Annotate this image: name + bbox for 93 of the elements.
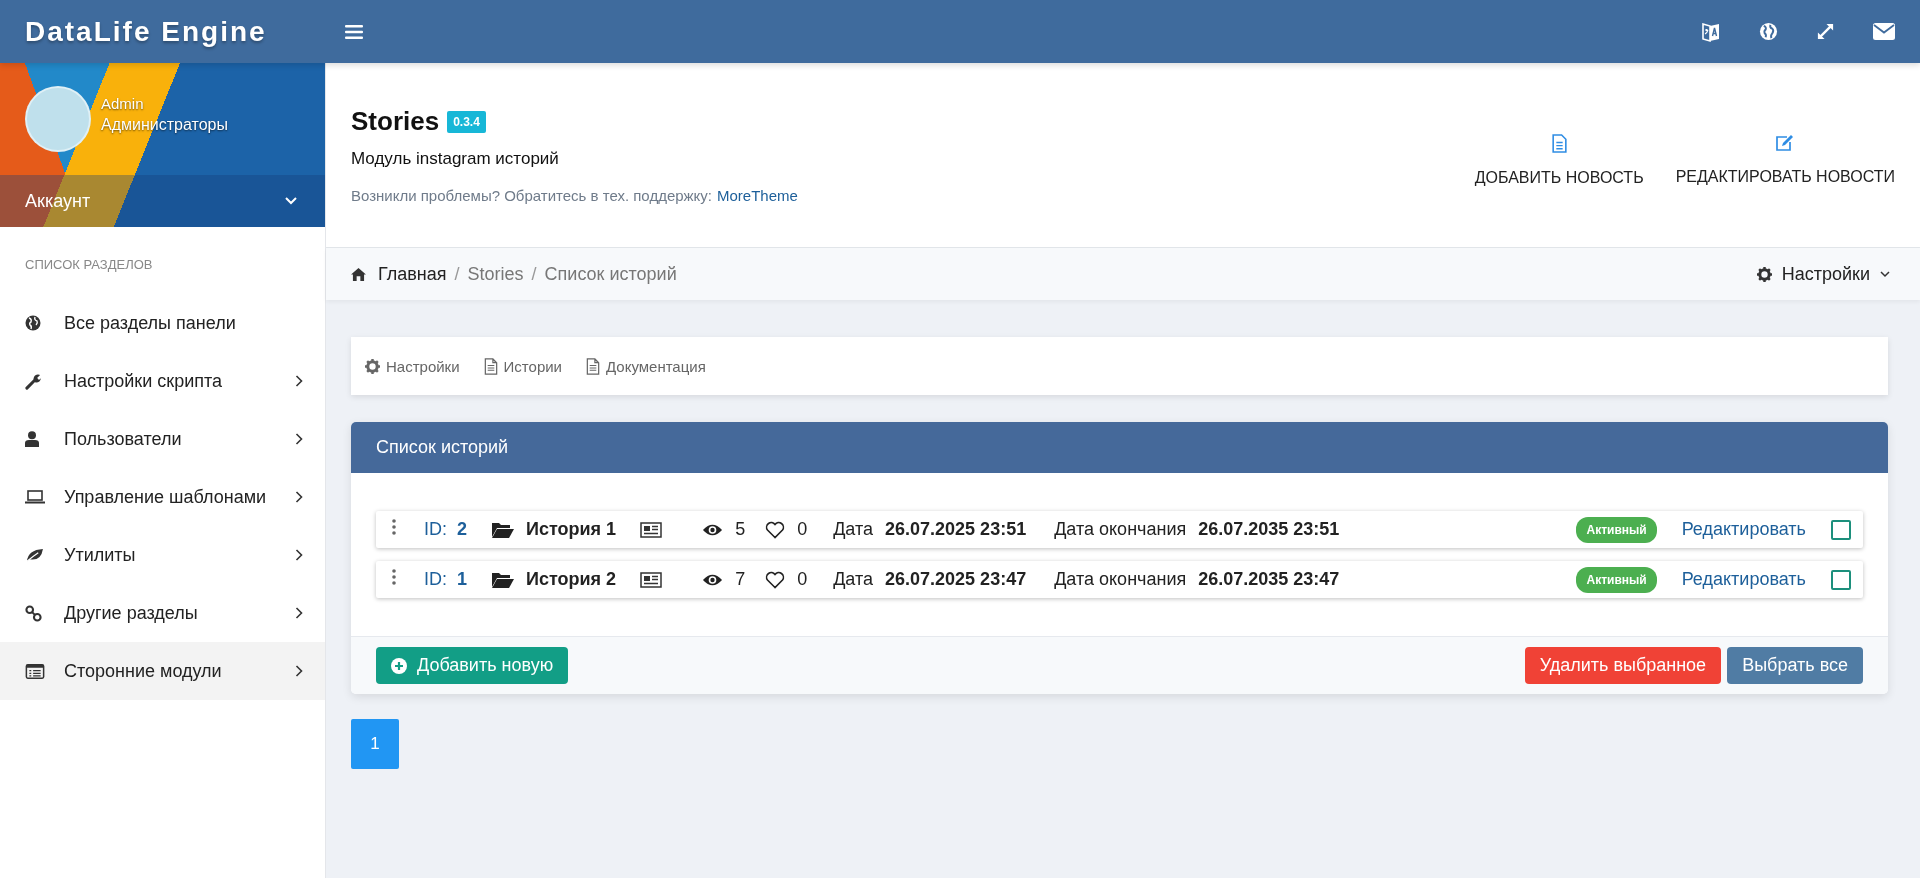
id-label: ID: [424, 569, 447, 590]
breadcrumb-separator: / [531, 263, 537, 285]
story-title: История 2 [526, 569, 617, 590]
newspaper-icon[interactable] [640, 521, 663, 538]
page-subtitle: Модуль instagram историй [351, 149, 560, 169]
list-icon [25, 663, 45, 679]
header-action-button[interactable]: РЕДАКТИРОВАТЬ НОВОСТИ [1675, 133, 1895, 187]
date-value: 26.07.2025 23:51 [885, 519, 1027, 540]
story-title: История 1 [526, 519, 617, 540]
sidebar-item[interactable]: Настройки скрипта [0, 352, 325, 410]
panel-title: Список историй [376, 437, 509, 458]
document-icon [1551, 133, 1567, 153]
globe-icon[interactable] [1759, 22, 1778, 41]
translate-icon[interactable] [1701, 20, 1721, 43]
likes-count: 0 [797, 569, 808, 590]
breadcrumb-link[interactable]: Stories [467, 263, 524, 285]
date-label: Дата [833, 569, 874, 590]
chevron-icon [295, 665, 303, 677]
eye-icon [702, 572, 724, 587]
add-new-button[interactable]: Добавить новую [376, 647, 569, 684]
plus-circle-icon [391, 657, 407, 674]
checkbox[interactable] [1831, 519, 1851, 540]
folder-icon [492, 571, 515, 588]
module-tab[interactable]: Документация [586, 357, 706, 375]
status-badge: Активный [1576, 516, 1657, 543]
header-action-button[interactable]: ДОБАВИТЬ НОВОСТЬ [1474, 133, 1644, 187]
version-badge: 0.3.4 [447, 110, 486, 133]
breadcrumb-separator: / [454, 263, 460, 285]
breadcrumb-link[interactable]: Главная [378, 263, 447, 285]
heart-icon [765, 520, 786, 539]
chevron-icon [295, 607, 303, 619]
expand-icon[interactable] [1816, 22, 1835, 41]
document-icon [586, 357, 600, 375]
id-value: 1 [457, 569, 468, 590]
chevron-down-icon [1880, 270, 1890, 278]
folder-icon [492, 521, 515, 538]
logo-text[interactable]: DataLife Engine [25, 15, 267, 47]
sidebar-item[interactable]: Управление шаблонами [0, 468, 325, 526]
sidebar-item[interactable]: Все разделы панели [0, 294, 325, 352]
date-value: 26.07.2025 23:47 [885, 569, 1027, 590]
edit-icon [1775, 133, 1796, 152]
sidebar-item[interactable]: Другие разделы [0, 584, 325, 642]
help-text: Возникли проблемы? Обратитесь в тех. поддержку: [351, 187, 712, 204]
settings-icon [1756, 266, 1772, 282]
user-icon [25, 431, 39, 447]
home-icon [351, 267, 366, 281]
id-label: ID: [424, 519, 447, 540]
date-label: Дата [833, 519, 874, 540]
wrench-icon [25, 372, 42, 390]
likes-count: 0 [797, 519, 808, 540]
views-count: 5 [735, 519, 746, 540]
link-icon [25, 604, 42, 622]
edit-link[interactable]: Редактировать [1681, 519, 1806, 540]
delete-selected-button[interactable]: Удалить выбранное [1524, 647, 1722, 684]
menu-icon[interactable] [345, 23, 363, 40]
end-date-label: Дата окончания [1054, 569, 1187, 590]
laptop-icon [25, 490, 45, 504]
edit-link[interactable]: Редактировать [1681, 569, 1806, 590]
select-all-button[interactable]: Выбрать все [1727, 647, 1863, 684]
leaf-icon [25, 547, 44, 563]
end-date-value: 26.07.2035 23:51 [1198, 519, 1340, 540]
globe-icon [25, 315, 41, 331]
checkbox[interactable] [1831, 569, 1851, 590]
settings-icon [365, 358, 380, 374]
mail-icon[interactable] [1873, 23, 1895, 40]
chevron-down-icon[interactable] [285, 197, 297, 205]
heart-icon [765, 570, 786, 589]
chevron-icon [295, 433, 303, 445]
sidebar-item[interactable]: Утилиты [0, 526, 325, 584]
breadcrumb-current: Список историй [544, 263, 677, 285]
status-badge: Активный [1576, 566, 1657, 593]
document-icon [483, 357, 498, 375]
avatar[interactable] [25, 86, 91, 152]
drag-handle-icon[interactable] [392, 568, 396, 585]
views-count: 7 [735, 569, 746, 590]
module-tab[interactable]: Истории [483, 357, 562, 375]
newspaper-icon[interactable] [640, 571, 663, 588]
id-value: 2 [457, 519, 468, 540]
page-title: Stories [351, 106, 440, 137]
end-date-value: 26.07.2035 23:47 [1198, 569, 1340, 590]
sidebar-item[interactable]: Сторонние модули [0, 642, 325, 700]
settings-dropdown[interactable]: Настройки [1756, 263, 1890, 285]
account-toggle[interactable]: Аккаунт [0, 175, 325, 227]
module-tab[interactable]: Настройки [365, 357, 460, 375]
sidebar-item[interactable]: Пользователи [0, 410, 325, 468]
end-date-label: Дата окончания [1054, 519, 1187, 540]
drag-handle-icon[interactable] [392, 518, 396, 535]
chevron-icon [295, 375, 303, 387]
chevron-icon [295, 491, 303, 503]
eye-icon [702, 522, 724, 537]
chevron-icon [295, 549, 303, 561]
sidebar-heading: СПИСОК РАЗДЕЛОВ [24, 256, 154, 274]
support-link[interactable]: MoreTheme [717, 187, 798, 204]
